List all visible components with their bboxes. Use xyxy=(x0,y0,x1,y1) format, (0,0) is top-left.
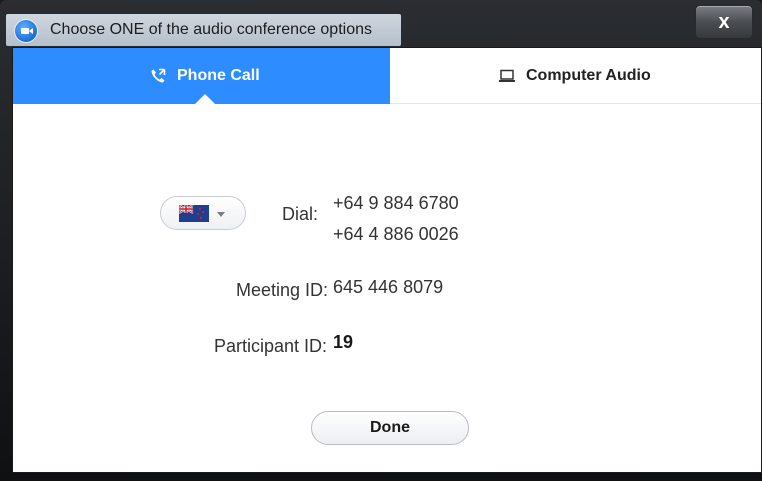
dial-number-primary: +64 9 884 6780 xyxy=(333,193,459,213)
tab-phone-call[interactable]: Phone Call xyxy=(13,48,390,104)
dial-label: Dial: xyxy=(281,204,318,224)
meeting-id-label: Meeting ID: xyxy=(235,280,328,300)
title-bar[interactable]: Choose ONE of the audio conference optio… xyxy=(0,0,762,46)
country-selector[interactable] xyxy=(160,196,246,230)
tab-phone-call-label: Phone Call xyxy=(177,67,260,84)
audio-options-window: Choose ONE of the audio conference optio… xyxy=(0,0,762,481)
window-title: Choose ONE of the audio conference optio… xyxy=(50,21,372,38)
zoom-app-icon xyxy=(15,20,37,42)
new-zealand-flag-icon xyxy=(179,205,209,222)
close-button[interactable]: x xyxy=(695,5,753,39)
done-button[interactable]: Done xyxy=(311,411,469,445)
meeting-id-value: 645 446 8079 xyxy=(333,277,444,297)
audio-tab-bar: Phone Call Computer Audio xyxy=(13,48,761,104)
phone-call-panel: Dial: +64 9 884 6780 +64 4 886 0026 Meet… xyxy=(13,104,761,472)
tab-computer-audio-label: Computer Audio xyxy=(526,67,651,84)
phone-icon xyxy=(151,68,166,83)
dialog-content: Phone Call Computer Audio Dial: +64 9 88… xyxy=(12,47,762,473)
tab-computer-audio[interactable]: Computer Audio xyxy=(390,48,761,103)
chevron-down-icon xyxy=(217,212,225,217)
participant-id-label: Participant ID: xyxy=(213,336,327,356)
laptop-icon xyxy=(499,69,515,82)
dial-number-secondary: +64 4 886 0026 xyxy=(333,224,459,244)
participant-id-value: 19 xyxy=(333,332,354,352)
